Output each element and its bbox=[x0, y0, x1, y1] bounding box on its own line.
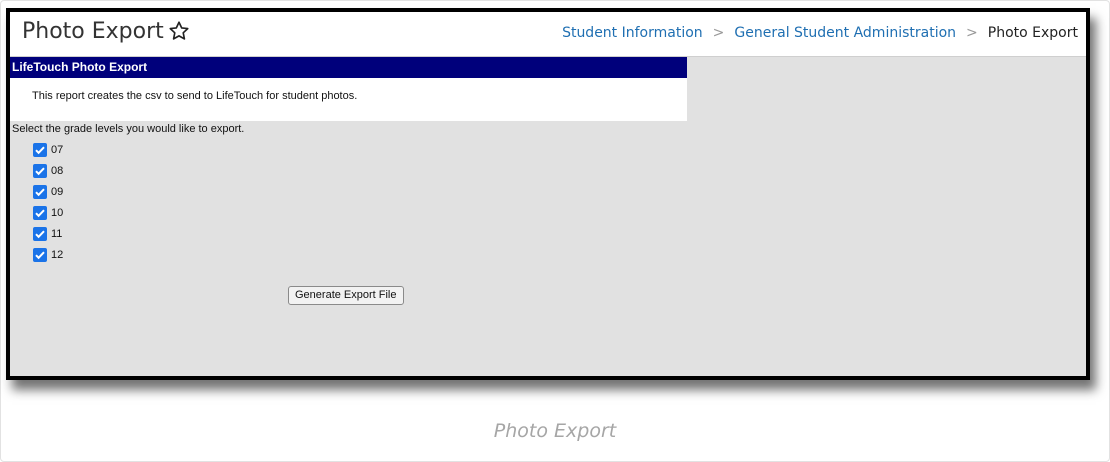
check-icon bbox=[35, 167, 45, 176]
favorite-star-icon[interactable] bbox=[168, 20, 190, 42]
chevron-right-icon: > bbox=[712, 25, 725, 41]
check-icon bbox=[35, 209, 45, 218]
check-icon bbox=[35, 251, 45, 260]
grade-checkbox[interactable] bbox=[33, 143, 47, 157]
check-icon bbox=[35, 230, 45, 239]
panel-heading: LifeTouch Photo Export bbox=[10, 57, 687, 78]
grade-label: 07 bbox=[51, 144, 64, 156]
breadcrumb: Student Information > General Student Admi… bbox=[562, 25, 1078, 41]
generate-export-file-button[interactable]: Generate Export File bbox=[288, 286, 404, 305]
panel-description: This report creates the csv to send to L… bbox=[32, 90, 358, 102]
chevron-right-icon: > bbox=[966, 25, 978, 41]
content-area: LifeTouch Photo Export This report creat… bbox=[10, 57, 1086, 376]
grade-label: 12 bbox=[51, 249, 64, 261]
check-icon bbox=[35, 146, 45, 155]
app-window: Photo Export Student Information > General… bbox=[6, 8, 1090, 380]
grade-checkbox[interactable] bbox=[33, 185, 47, 199]
breadcrumb-student-information[interactable]: Student Information bbox=[562, 25, 703, 41]
page-title: Photo Export bbox=[22, 19, 164, 44]
check-icon bbox=[35, 188, 45, 197]
report-panel: LifeTouch Photo Export This report creat… bbox=[10, 57, 687, 121]
screenshot-frame: Photo Export Student Information > General… bbox=[0, 0, 1110, 462]
grade-levels-prompt: Select the grade levels you would like t… bbox=[12, 123, 245, 135]
grade-checkbox[interactable] bbox=[33, 227, 47, 241]
breadcrumb-general-student-administration[interactable]: General Student Administration bbox=[734, 25, 956, 41]
page-header: Photo Export Student Information > General… bbox=[10, 12, 1086, 57]
grade-label: 08 bbox=[51, 165, 64, 177]
breadcrumb-photo-export: Photo Export bbox=[987, 25, 1078, 41]
figure-caption: Photo Export bbox=[493, 420, 617, 442]
grade-checkbox[interactable] bbox=[33, 164, 47, 178]
grade-label: 10 bbox=[51, 207, 64, 219]
grade-checkbox[interactable] bbox=[33, 248, 47, 262]
grade-label: 09 bbox=[51, 186, 64, 198]
grade-checkbox[interactable] bbox=[33, 206, 47, 220]
grade-label: 11 bbox=[51, 228, 63, 240]
